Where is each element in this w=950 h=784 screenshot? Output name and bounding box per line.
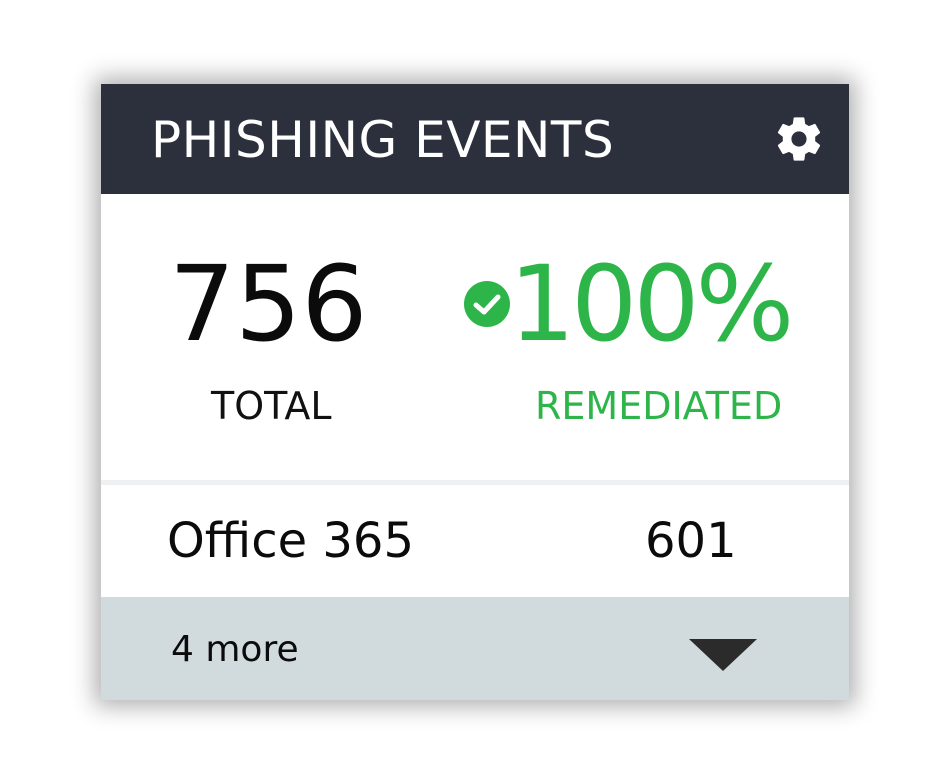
- phishing-events-widget: PHISHING EVENTS 756 TOTAL 100% REMEDIATE…: [101, 84, 849, 700]
- source-name: Office 365: [167, 513, 414, 569]
- gear-icon[interactable]: [773, 113, 825, 165]
- widget-title: PHISHING EVENTS: [151, 111, 615, 169]
- source-count: 601: [645, 513, 737, 569]
- total-label: TOTAL: [211, 384, 332, 428]
- remediated-percent: 100%: [509, 243, 794, 365]
- caret-down-icon[interactable]: [689, 639, 757, 671]
- remediated-label: REMEDIATED: [535, 384, 783, 428]
- summary-panel: 756 TOTAL 100% REMEDIATED: [101, 194, 849, 482]
- show-more-button[interactable]: 4 more: [101, 597, 849, 700]
- list-item[interactable]: Office 365 601: [101, 485, 849, 597]
- widget-header: PHISHING EVENTS: [101, 84, 849, 194]
- total-count: 756: [169, 243, 368, 365]
- show-more-label: 4 more: [171, 629, 299, 670]
- check-circle-icon: [464, 281, 510, 327]
